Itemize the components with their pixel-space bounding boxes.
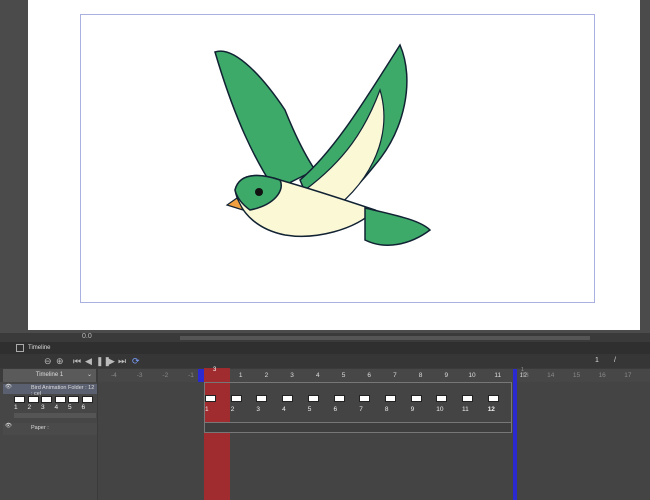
ruler-tick-label: -2 — [162, 372, 169, 379]
loop-icon[interactable]: ⟳ — [132, 354, 140, 368]
layer-cell-number: 4 — [54, 404, 59, 411]
zoom-in-icon[interactable]: ⊕ — [56, 354, 64, 368]
layer-cell-thumbnail[interactable] — [68, 396, 79, 403]
timeline-panel: Timeline ⊖ ⊕ ⏮ ◀ ❚❚ ▶ ⏭ ⟳ 1 / Timeline 1… — [0, 342, 650, 500]
ruler-tick-label: 16 — [598, 372, 606, 379]
timeline-toolbar: ⊖ ⊕ ⏮ ◀ ❚❚ ▶ ⏭ ⟳ 1 / — [0, 354, 650, 368]
layer-bird-animation-folder[interactable]: 👁 Bird Animation Folder : 12 : cel — [3, 384, 97, 397]
chevron-down-icon: ⌄ — [86, 372, 92, 378]
ruler-tick-label: 4 — [315, 372, 320, 379]
cell-thumbnail[interactable] — [230, 395, 242, 402]
timeline-panel-icon — [16, 344, 24, 352]
zoom-value[interactable]: 0.0 — [82, 333, 92, 340]
ruler-tick-label: 2 — [264, 372, 269, 379]
eye-icon[interactable]: 👁 — [5, 423, 12, 429]
ruler-tick-label: 11 — [494, 372, 502, 379]
layer-cell-number: 3 — [41, 404, 45, 411]
layer-cell-thumbnail[interactable] — [27, 396, 39, 403]
layer-cell-number: 2 — [27, 404, 32, 411]
cell-number: 9 — [410, 406, 415, 413]
cell-number: 10 — [436, 406, 444, 413]
ruler-tick-label: 10 — [468, 372, 476, 379]
cell-thumbnail[interactable] — [282, 395, 294, 402]
ruler-tick-label: 3 — [290, 372, 294, 379]
ruler-tick-label: 15 — [572, 372, 581, 379]
horizontal-scrollbar[interactable] — [180, 336, 590, 340]
layer-cell-thumbnail[interactable] — [81, 396, 93, 403]
cell-thumbnail[interactable] — [487, 395, 499, 402]
end-marker[interactable] — [513, 369, 517, 500]
cell-number: 6 — [333, 406, 338, 413]
layer-cell-thumbnail[interactable] — [14, 396, 25, 403]
last-frame-icon[interactable]: ⏭ — [118, 354, 126, 368]
cell-number: 12 — [487, 406, 495, 413]
zoom-out-icon[interactable]: ⊖ — [44, 354, 52, 368]
first-frame-icon[interactable]: ⏮ — [73, 354, 81, 368]
canvas-area[interactable] — [0, 0, 650, 333]
cell-thumbnail[interactable] — [307, 395, 319, 402]
bird-illustration — [214, 43, 432, 246]
panel-title: Timeline — [28, 345, 51, 351]
cell-number: 8 — [384, 406, 389, 413]
layer-cell-thumbnail[interactable] — [41, 396, 52, 403]
paper-track-range — [204, 422, 512, 433]
cell-number: 3 — [256, 406, 261, 413]
layer-cell-number: 1 — [14, 404, 18, 411]
layer-cell-number: 6 — [81, 404, 86, 411]
layer-scrollbar[interactable] — [14, 413, 96, 418]
ruler-tick-label: -4 — [111, 372, 117, 379]
cell-number: 4 — [282, 406, 286, 413]
cell-thumbnail[interactable] — [410, 395, 422, 402]
page-indicator: 1 — [595, 357, 599, 364]
cell-thumbnail[interactable] — [462, 395, 473, 402]
cell-number: 7 — [359, 406, 363, 413]
cell-thumbnail[interactable] — [384, 395, 396, 402]
cell-number: 1 — [205, 406, 209, 413]
cell-thumbnail[interactable] — [205, 395, 216, 402]
timeline-select[interactable]: Timeline 1 ⌄ — [3, 369, 96, 382]
ruler-tick-label: 6 — [367, 372, 371, 379]
cell-thumbnail[interactable] — [256, 395, 268, 402]
ruler-tick-label: 9 — [444, 372, 449, 379]
timeline-name: Timeline 1 — [35, 372, 64, 378]
status-bar: 0.0 — [0, 333, 650, 342]
ruler-tick-label: 7 — [393, 372, 397, 379]
prev-frame-icon[interactable]: ◀ — [85, 354, 92, 368]
ruler-tick-label: -3 — [136, 372, 143, 379]
ruler-tick-label: 13 — [521, 372, 529, 379]
next-frame-icon[interactable]: ▶ — [108, 354, 115, 368]
cell-number: 2 — [230, 406, 235, 413]
ruler-tick-label: 1 — [238, 372, 243, 379]
cell-thumbnail[interactable] — [359, 395, 371, 402]
ruler-tick-label: 14 — [547, 372, 555, 379]
cell-thumbnail[interactable] — [333, 395, 345, 402]
cell-number: 11 — [462, 406, 469, 413]
layer-cell-thumbnail[interactable] — [54, 396, 66, 403]
panel-header: Timeline — [0, 342, 650, 354]
current-frame: 3 — [213, 367, 217, 373]
ruler-tick-label: 8 — [418, 372, 423, 379]
layer-paper[interactable]: 👁 Paper : — [3, 423, 97, 435]
ruler-tick-label: 5 — [341, 372, 346, 379]
ruler-tick-label: -1 — [188, 372, 194, 379]
page-separator: / — [614, 357, 616, 364]
ruler-tick-label: 17 — [624, 372, 632, 379]
cell-number: 5 — [307, 406, 312, 413]
cell-thumbnail[interactable] — [436, 395, 448, 402]
layer-name: Paper : — [31, 425, 49, 431]
eye-icon[interactable]: 👁 — [5, 384, 12, 390]
layer-cell-number: 5 — [68, 404, 72, 411]
